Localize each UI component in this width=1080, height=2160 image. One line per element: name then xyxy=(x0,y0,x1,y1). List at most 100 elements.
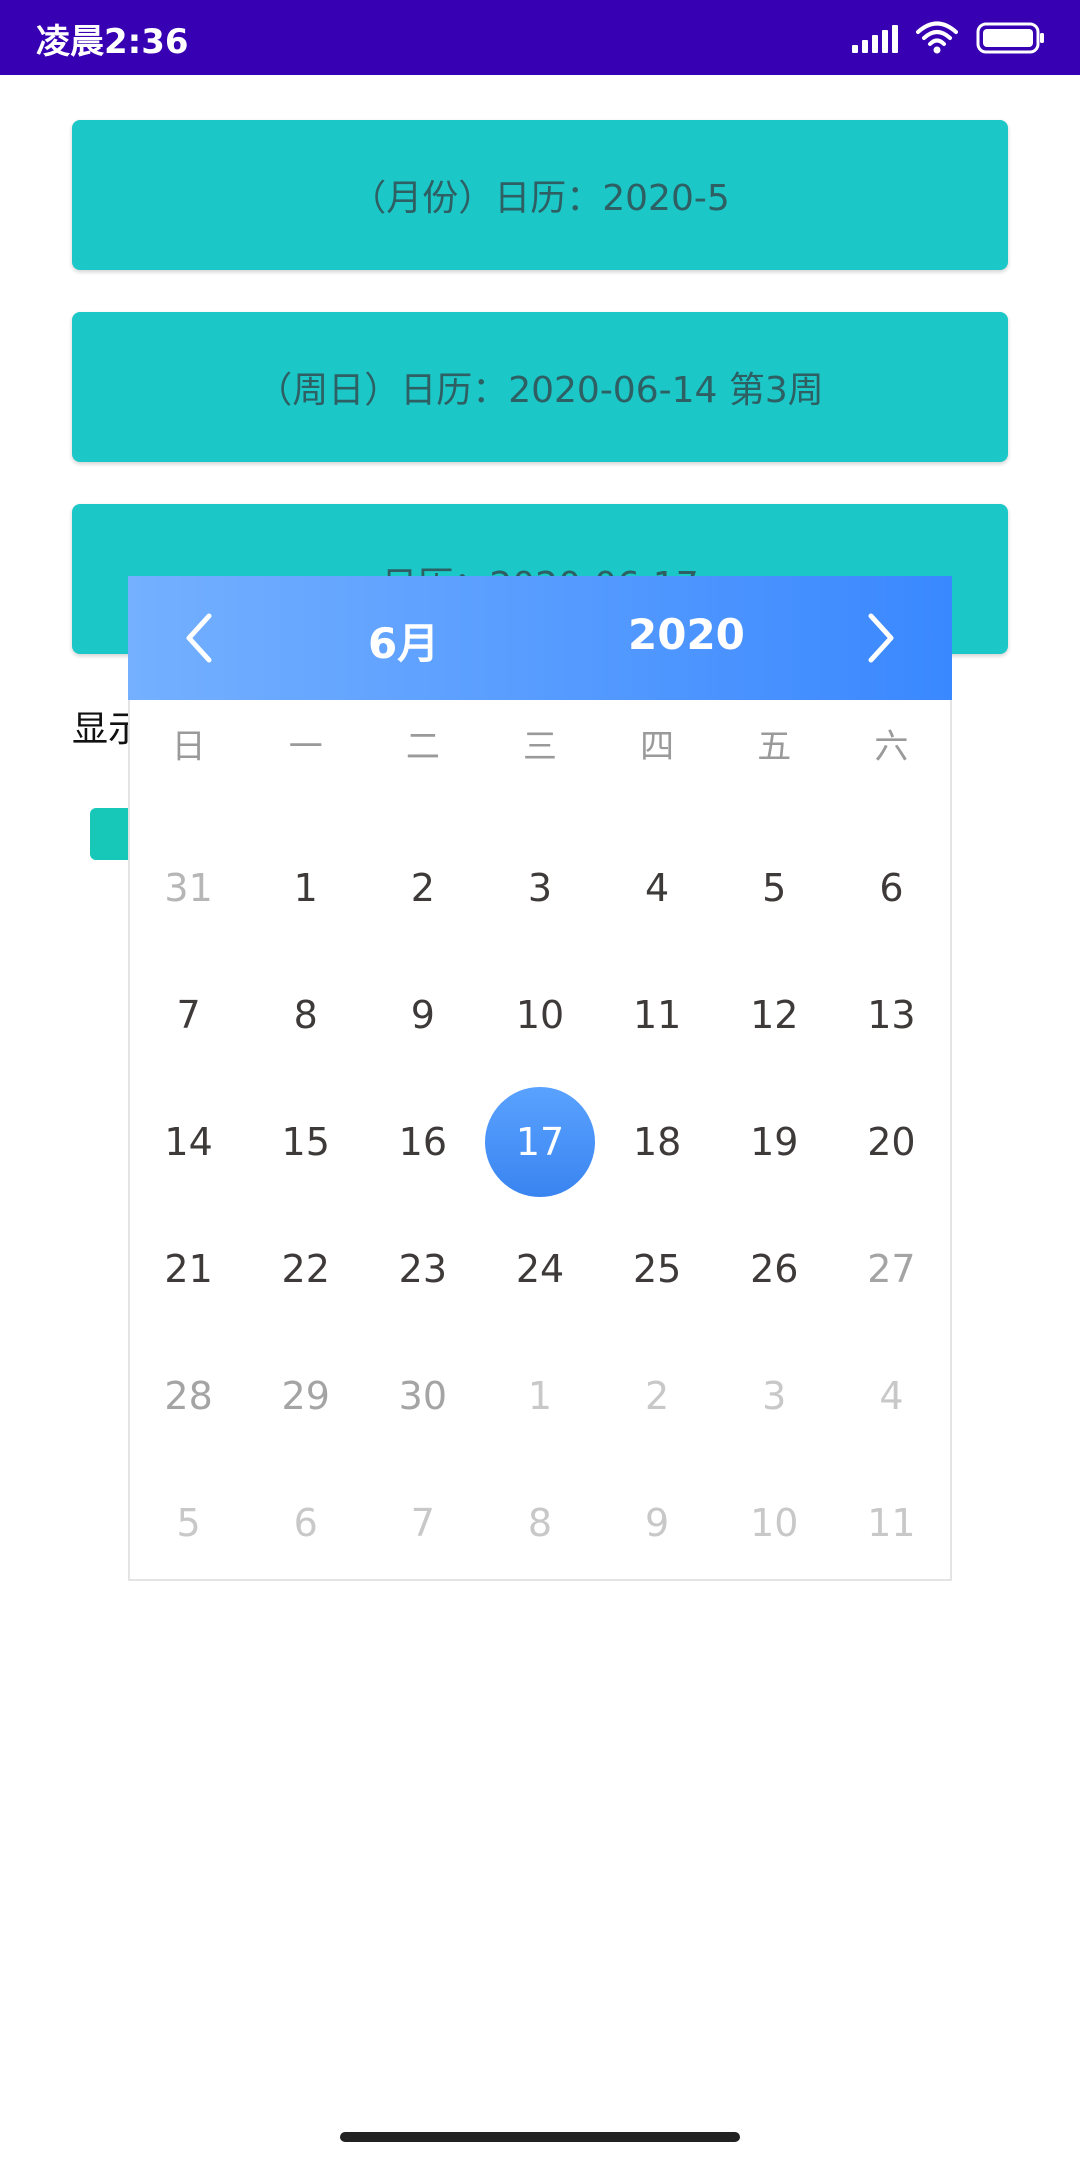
week-calendar-button[interactable]: （周日）日历：2020-06-14 第3周 xyxy=(72,312,1008,462)
day-cell[interactable]: 5 xyxy=(716,824,833,951)
day-cell[interactable]: 9 xyxy=(599,1459,716,1586)
day-number: 22 xyxy=(281,1246,330,1291)
status-time: 凌晨2:36 xyxy=(36,22,189,62)
day-number: 15 xyxy=(281,1119,330,1164)
chevron-right-icon xyxy=(868,613,894,663)
day-cell[interactable]: 2 xyxy=(599,1332,716,1459)
status-bar: 凌晨2:36 xyxy=(0,0,1080,75)
day-cell[interactable]: 7 xyxy=(130,951,247,1078)
day-number: 21 xyxy=(164,1246,213,1291)
day-number: 3 xyxy=(527,865,553,910)
day-number: 19 xyxy=(750,1119,799,1164)
day-cell[interactable]: 3 xyxy=(716,1332,833,1459)
signal-icon xyxy=(852,23,898,53)
day-cell[interactable]: 4 xyxy=(599,824,716,951)
day-cell[interactable]: 19 xyxy=(716,1078,833,1205)
month-calendar-button[interactable]: （月份）日历：2020-5 xyxy=(72,120,1008,270)
calendar-month[interactable]: 6月 xyxy=(368,610,439,671)
day-cell[interactable]: 23 xyxy=(364,1205,481,1332)
day-number: 30 xyxy=(398,1373,448,1418)
day-cell[interactable]: 27 xyxy=(833,1205,950,1332)
weekday-label: 日 xyxy=(171,726,206,767)
day-cell[interactable]: 26 xyxy=(716,1205,833,1332)
day-number: 11 xyxy=(632,992,682,1037)
day-cell[interactable]: 21 xyxy=(130,1205,247,1332)
calendar-header: 6月 2020 xyxy=(128,576,952,700)
day-number: 10 xyxy=(750,1500,799,1545)
selected-day-cell[interactable]: 17 xyxy=(481,1078,598,1205)
day-number: 28 xyxy=(164,1373,213,1418)
day-cell[interactable]: 30 xyxy=(364,1332,481,1459)
weekday-label: 一 xyxy=(288,726,323,767)
day-cell[interactable]: 1 xyxy=(247,824,364,951)
day-number: 6 xyxy=(293,1500,318,1545)
day-number: 13 xyxy=(867,992,916,1037)
day-cell[interactable]: 8 xyxy=(247,951,364,1078)
calendar-popup: 6月 2020 日 一 二 三 四 五 六 31 1 2 3 4 5 6 7 8 9 10 11 12 1… xyxy=(128,576,952,1581)
day-cell[interactable]: 3 xyxy=(481,824,598,951)
day-cell[interactable]: 18 xyxy=(599,1078,716,1205)
day-number: 31 xyxy=(164,865,213,910)
day-cell[interactable]: 4 xyxy=(833,1332,950,1459)
day-number: 20 xyxy=(867,1119,916,1164)
day-number: 8 xyxy=(293,992,318,1037)
day-cell[interactable]: 13 xyxy=(833,951,950,1078)
day-cell[interactable]: 6 xyxy=(247,1459,364,1586)
day-number: 27 xyxy=(867,1246,916,1291)
calendar-year[interactable]: 2020 xyxy=(628,610,745,659)
day-cell[interactable]: 7 xyxy=(364,1459,481,1586)
day-number: 5 xyxy=(176,1500,201,1545)
day-number: 1 xyxy=(293,865,318,910)
weekday-row: 日 一 二 三 四 五 六 xyxy=(130,708,950,778)
day-cell[interactable]: 10 xyxy=(481,951,598,1078)
day-number: 4 xyxy=(645,865,670,910)
day-cell[interactable]: 11 xyxy=(599,951,716,1078)
day-number: 10 xyxy=(515,992,565,1037)
status-icons xyxy=(852,18,1046,58)
day-number: 2 xyxy=(645,1373,670,1418)
next-month-button[interactable] xyxy=(850,606,910,670)
day-number: 3 xyxy=(762,1373,787,1418)
day-cell[interactable]: 11 xyxy=(833,1459,950,1586)
day-cell[interactable]: 22 xyxy=(247,1205,364,1332)
day-number: 18 xyxy=(632,1119,682,1164)
prev-month-button[interactable] xyxy=(170,606,230,670)
day-number: 7 xyxy=(410,1500,435,1545)
day-cell[interactable]: 25 xyxy=(599,1205,716,1332)
weekday-label: 三 xyxy=(522,726,557,767)
day-cell[interactable]: 10 xyxy=(716,1459,833,1586)
day-number: 26 xyxy=(750,1246,799,1291)
day-number: 8 xyxy=(527,1500,553,1545)
day-number: 23 xyxy=(398,1246,448,1291)
day-number: 5 xyxy=(762,865,787,910)
weekday-label: 五 xyxy=(757,726,792,767)
day-number: 14 xyxy=(164,1119,213,1164)
weekday-label: 二 xyxy=(405,726,440,767)
day-cell[interactable]: 29 xyxy=(247,1332,364,1459)
day-cell[interactable]: 8 xyxy=(481,1459,598,1586)
day-cell[interactable]: 20 xyxy=(833,1078,950,1205)
days-grid: 31 1 2 3 4 5 6 7 8 9 10 11 12 13 14 15 16 17 18 19 20 21 22 23 2… xyxy=(130,824,950,1586)
day-cell[interactable]: 31 xyxy=(130,824,247,951)
day-cell[interactable]: 1 xyxy=(481,1332,598,1459)
chevron-left-icon xyxy=(186,613,212,663)
day-number: 12 xyxy=(750,992,799,1037)
day-cell[interactable]: 24 xyxy=(481,1205,598,1332)
day-cell[interactable]: 16 xyxy=(364,1078,481,1205)
day-cell[interactable]: 6 xyxy=(833,824,950,951)
day-cell[interactable]: 5 xyxy=(130,1459,247,1586)
day-cell[interactable]: 9 xyxy=(364,951,481,1078)
battery-icon xyxy=(976,22,1046,54)
day-cell[interactable]: 28 xyxy=(130,1332,247,1459)
day-number: 9 xyxy=(645,1500,670,1545)
day-number: 2 xyxy=(410,865,435,910)
home-indicator[interactable] xyxy=(340,2132,740,2142)
day-number: 25 xyxy=(632,1246,682,1291)
day-number: 6 xyxy=(879,865,904,910)
day-number: 9 xyxy=(410,992,435,1037)
day-cell[interactable]: 15 xyxy=(247,1078,364,1205)
day-cell[interactable]: 2 xyxy=(364,824,481,951)
day-cell[interactable]: 12 xyxy=(716,951,833,1078)
day-number: 24 xyxy=(515,1246,565,1291)
day-cell[interactable]: 14 xyxy=(130,1078,247,1205)
